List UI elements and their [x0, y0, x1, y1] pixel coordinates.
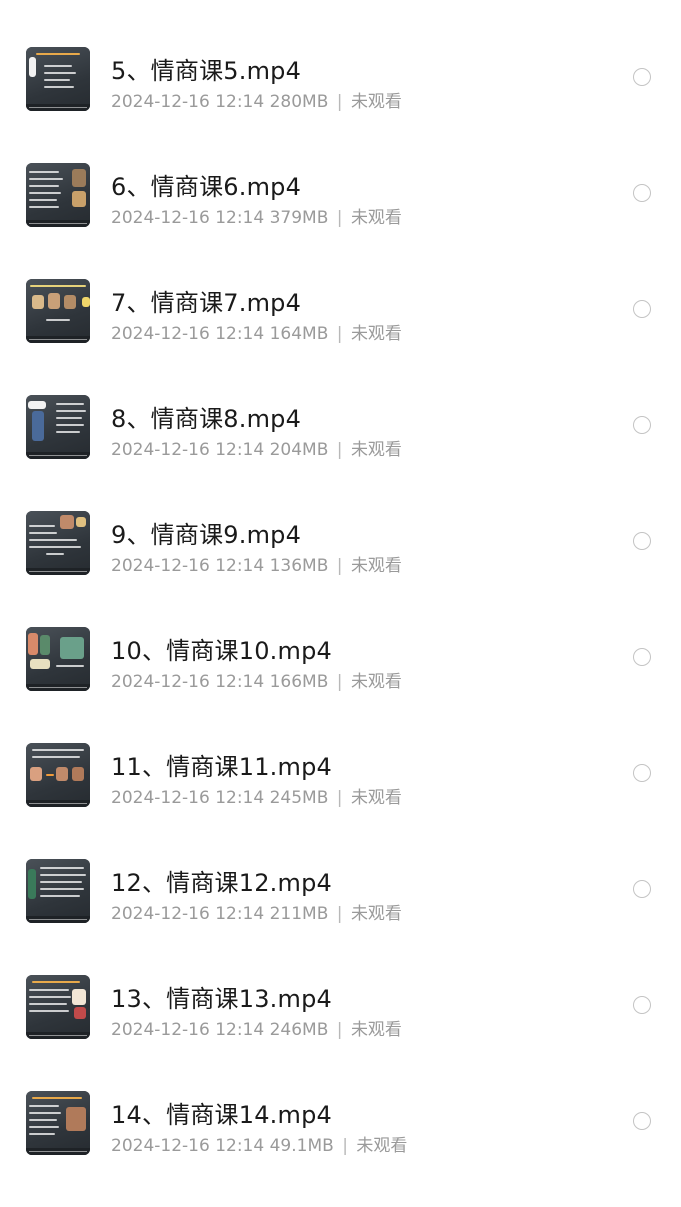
- watch-status: 未观看: [350, 92, 402, 112]
- file-title: 5、情商课5.mp4: [111, 57, 302, 85]
- meta-separator: |: [336, 672, 343, 692]
- video-thumbnail-icon: [26, 1091, 90, 1155]
- meta-separator: |: [336, 788, 343, 808]
- file-size: 136MB: [269, 556, 329, 576]
- select-radio[interactable]: [633, 764, 651, 782]
- file-title: 14、情商课14.mp4: [111, 1101, 332, 1129]
- file-date: 2024-12-16 12:14: [111, 208, 265, 228]
- file-size: 166MB: [269, 672, 329, 692]
- file-date: 2024-12-16 12:14: [111, 672, 265, 692]
- list-item[interactable]: 7、情商课7.mp4 2024-12-16 12:14 164MB | 未观看: [0, 279, 681, 395]
- file-meta: 2024-12-16 12:14 49.1MB | 未观看: [111, 1131, 407, 1156]
- watch-status: 未观看: [350, 208, 402, 228]
- meta-separator: |: [342, 1136, 348, 1156]
- meta-separator: |: [336, 324, 343, 344]
- file-date: 2024-12-16 12:14: [111, 788, 265, 808]
- file-meta: 2024-12-16 12:14 204MB | 未观看: [111, 435, 402, 460]
- select-radio[interactable]: [633, 416, 651, 434]
- meta-separator: |: [336, 440, 343, 460]
- video-thumbnail-icon: [26, 279, 90, 343]
- video-thumbnail-icon: [26, 743, 90, 807]
- file-size: 49.1MB: [269, 1136, 334, 1156]
- file-meta: 2024-12-16 12:14 164MB | 未观看: [111, 319, 402, 344]
- file-title: 7、情商课7.mp4: [111, 289, 302, 317]
- file-meta: 2024-12-16 12:14 166MB | 未观看: [111, 667, 402, 692]
- file-title: 8、情商课8.mp4: [111, 405, 302, 433]
- select-radio[interactable]: [633, 532, 651, 550]
- watch-status: 未观看: [350, 324, 402, 344]
- video-thumbnail-icon: [26, 163, 90, 227]
- file-meta: 2024-12-16 12:14 246MB | 未观看: [111, 1015, 402, 1040]
- file-size: 280MB: [269, 92, 329, 112]
- select-radio[interactable]: [633, 184, 651, 202]
- file-meta: 2024-12-16 12:14 280MB | 未观看: [111, 87, 402, 112]
- video-thumbnail-icon: [26, 975, 90, 1039]
- watch-status: 未观看: [350, 1020, 402, 1040]
- file-date: 2024-12-16 12:14: [111, 1136, 265, 1156]
- file-date: 2024-12-16 12:14: [111, 324, 265, 344]
- file-meta: 2024-12-16 12:14 136MB | 未观看: [111, 551, 402, 576]
- select-radio[interactable]: [633, 68, 651, 86]
- file-size: 204MB: [269, 440, 329, 460]
- watch-status: 未观看: [350, 672, 402, 692]
- file-meta: 2024-12-16 12:14 211MB | 未观看: [111, 899, 402, 924]
- file-title: 9、情商课9.mp4: [111, 521, 302, 549]
- meta-separator: |: [336, 556, 343, 576]
- file-size: 245MB: [269, 788, 329, 808]
- list-item[interactable]: 10、情商课10.mp4 2024-12-16 12:14 166MB | 未观…: [0, 627, 681, 743]
- file-list: 5、情商课5.mp4 2024-12-16 12:14 280MB | 未观看 …: [0, 0, 681, 1190]
- file-size: 211MB: [269, 904, 329, 924]
- watch-status: 未观看: [350, 440, 402, 460]
- watch-status: 未观看: [356, 1136, 408, 1156]
- watch-status: 未观看: [350, 788, 402, 808]
- file-date: 2024-12-16 12:14: [111, 904, 265, 924]
- select-radio[interactable]: [633, 880, 651, 898]
- list-item[interactable]: 11、情商课11.mp4 2024-12-16 12:14 245MB | 未观…: [0, 743, 681, 859]
- list-item[interactable]: 8、情商课8.mp4 2024-12-16 12:14 204MB | 未观看: [0, 395, 681, 511]
- select-radio[interactable]: [633, 648, 651, 666]
- file-size: 164MB: [269, 324, 329, 344]
- video-thumbnail-icon: [26, 859, 90, 923]
- file-title: 12、情商课12.mp4: [111, 869, 332, 897]
- list-item[interactable]: 6、情商课6.mp4 2024-12-16 12:14 379MB | 未观看: [0, 163, 681, 279]
- list-item[interactable]: 5、情商课5.mp4 2024-12-16 12:14 280MB | 未观看: [0, 47, 681, 163]
- file-title: 10、情商课10.mp4: [111, 637, 332, 665]
- file-date: 2024-12-16 12:14: [111, 556, 265, 576]
- meta-separator: |: [336, 1020, 343, 1040]
- select-radio[interactable]: [633, 300, 651, 318]
- file-title: 6、情商课6.mp4: [111, 173, 302, 201]
- meta-separator: |: [336, 92, 343, 112]
- list-item[interactable]: 9、情商课9.mp4 2024-12-16 12:14 136MB | 未观看: [0, 511, 681, 627]
- file-date: 2024-12-16 12:14: [111, 440, 265, 460]
- watch-status: 未观看: [350, 904, 402, 924]
- file-title: 11、情商课11.mp4: [111, 753, 332, 781]
- meta-separator: |: [336, 208, 343, 228]
- file-date: 2024-12-16 12:14: [111, 1020, 265, 1040]
- file-size: 379MB: [269, 208, 329, 228]
- video-thumbnail-icon: [26, 627, 90, 691]
- watch-status: 未观看: [350, 556, 402, 576]
- file-title: 13、情商课13.mp4: [111, 985, 332, 1013]
- file-date: 2024-12-16 12:14: [111, 92, 265, 112]
- video-thumbnail-icon: [26, 47, 90, 111]
- file-size: 246MB: [269, 1020, 329, 1040]
- video-thumbnail-icon: [26, 511, 90, 575]
- select-radio[interactable]: [633, 1112, 651, 1130]
- meta-separator: |: [336, 904, 343, 924]
- file-meta: 2024-12-16 12:14 245MB | 未观看: [111, 783, 402, 808]
- list-item[interactable]: 13、情商课13.mp4 2024-12-16 12:14 246MB | 未观…: [0, 975, 681, 1091]
- file-meta: 2024-12-16 12:14 379MB | 未观看: [111, 203, 402, 228]
- list-item[interactable]: 12、情商课12.mp4 2024-12-16 12:14 211MB | 未观…: [0, 859, 681, 975]
- video-thumbnail-icon: [26, 395, 90, 459]
- select-radio[interactable]: [633, 996, 651, 1014]
